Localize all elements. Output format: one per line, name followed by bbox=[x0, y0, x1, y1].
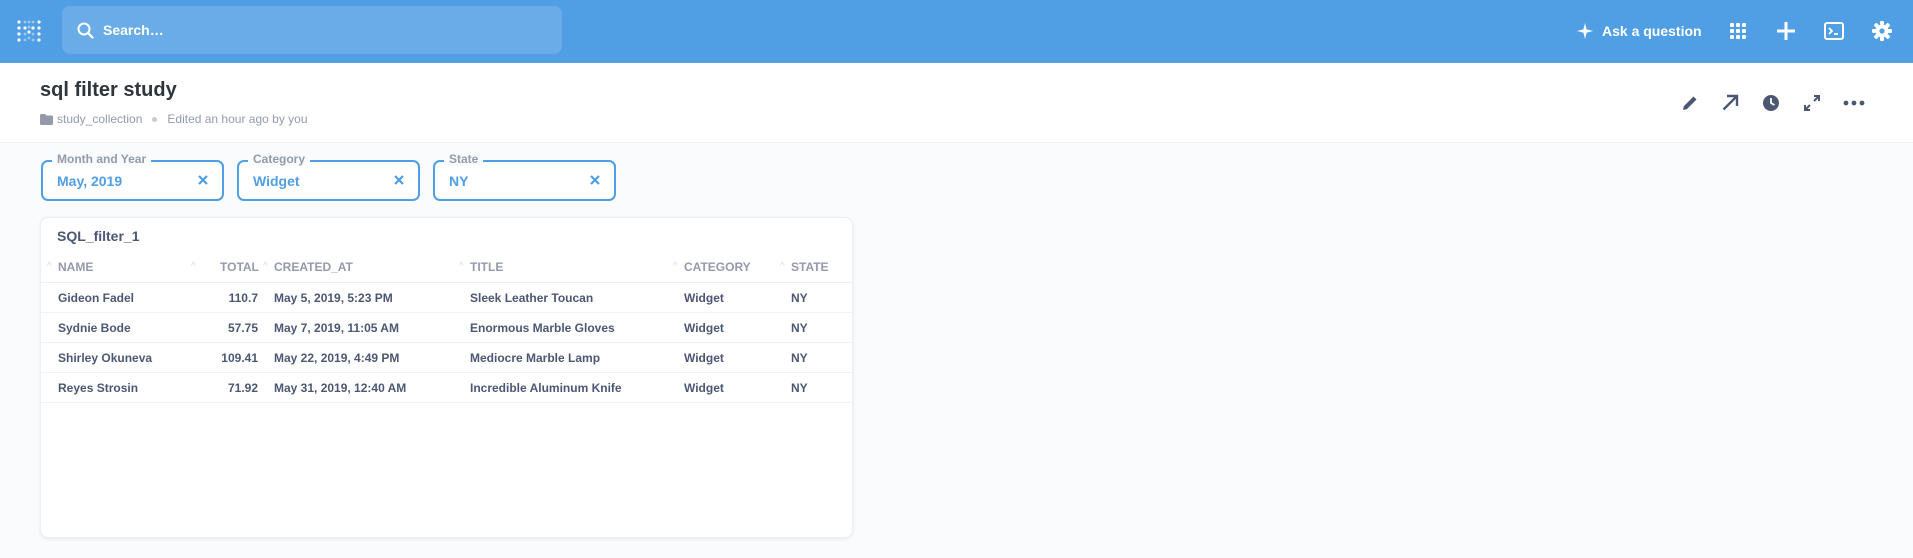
search-input[interactable] bbox=[103, 22, 543, 38]
dashboard-header: sql filter study study_collection Edited… bbox=[0, 63, 1913, 143]
cell-created-at[interactable]: May 5, 2019, 5:23 PM bbox=[274, 291, 393, 305]
pencil-icon bbox=[1683, 96, 1697, 110]
cell-category[interactable]: Widget bbox=[684, 381, 724, 395]
cell-total[interactable]: 57.75 bbox=[191, 321, 258, 335]
fullscreen-button[interactable] bbox=[1801, 92, 1823, 114]
cell-state[interactable]: NY bbox=[791, 351, 808, 365]
new-button[interactable] bbox=[1774, 19, 1798, 43]
terminal-icon bbox=[1824, 22, 1844, 40]
sort-icon: ^ bbox=[263, 261, 268, 272]
top-navbar: Ask a question bbox=[0, 0, 1913, 63]
close-icon[interactable] bbox=[589, 174, 601, 186]
edit-button[interactable] bbox=[1679, 92, 1701, 114]
browse-data-button[interactable] bbox=[1726, 19, 1750, 43]
cell-title[interactable]: Sleek Leather Toucan bbox=[470, 291, 593, 305]
cell-name[interactable]: Reyes Strosin bbox=[58, 381, 138, 395]
cell-category[interactable]: Widget bbox=[684, 321, 724, 335]
last-edited[interactable]: Edited an hour ago by you bbox=[167, 112, 307, 126]
gear-icon bbox=[1872, 21, 1892, 41]
filter-label: Month and Year bbox=[52, 152, 152, 166]
sort-icon: ^ bbox=[191, 261, 196, 272]
filter-category[interactable]: Category Widget bbox=[237, 152, 420, 201]
cell-title[interactable]: Enormous Marble Gloves bbox=[470, 321, 615, 335]
metabase-logo-icon[interactable] bbox=[16, 19, 42, 45]
filter-label: State bbox=[444, 152, 484, 166]
share-button[interactable] bbox=[1719, 92, 1741, 114]
sort-icon: ^ bbox=[47, 261, 52, 272]
cell-category[interactable]: Widget bbox=[684, 351, 724, 365]
ellipsis-icon bbox=[1843, 100, 1865, 106]
filter-value: Widget bbox=[253, 173, 300, 189]
cell-title[interactable]: Incredible Aluminum Knife bbox=[470, 381, 622, 395]
column-header-created-at[interactable]: CREATED_AT bbox=[274, 260, 353, 274]
grid-icon bbox=[1730, 23, 1746, 39]
sort-icon: ^ bbox=[673, 261, 678, 272]
cell-total[interactable]: 110.7 bbox=[191, 291, 258, 305]
cell-title[interactable]: Mediocre Marble Lamp bbox=[470, 351, 600, 365]
sql-editor-button[interactable] bbox=[1822, 19, 1846, 43]
card-title[interactable]: SQL_filter_1 bbox=[57, 228, 139, 244]
column-header-state[interactable]: STATE bbox=[791, 260, 829, 274]
filter-month-and-year[interactable]: Month and Year May, 2019 bbox=[41, 152, 224, 201]
cell-state[interactable]: NY bbox=[791, 291, 808, 305]
separator-dot bbox=[152, 116, 158, 122]
sort-icon: ^ bbox=[780, 261, 785, 272]
clock-icon bbox=[1763, 95, 1779, 111]
folder-icon bbox=[40, 113, 53, 125]
close-icon[interactable] bbox=[393, 174, 405, 186]
table-row: Shirley Okuneva 109.41 May 22, 2019, 4:4… bbox=[41, 343, 852, 373]
sort-icon: ^ bbox=[459, 261, 464, 272]
page-title[interactable]: sql filter study bbox=[40, 79, 177, 102]
column-header-title[interactable]: TITLE bbox=[470, 260, 503, 274]
cell-created-at[interactable]: May 22, 2019, 4:49 PM bbox=[274, 351, 399, 365]
filter-value: NY bbox=[449, 173, 469, 189]
column-header-category[interactable]: CATEGORY bbox=[684, 260, 751, 274]
cell-state[interactable]: NY bbox=[791, 321, 808, 335]
search-bar[interactable] bbox=[62, 6, 562, 54]
plus-icon bbox=[1777, 22, 1795, 40]
column-header-name[interactable]: NAME bbox=[58, 260, 93, 274]
search-icon bbox=[77, 22, 94, 39]
ask-question-button[interactable]: Ask a question bbox=[1576, 18, 1702, 44]
table-row: Sydnie Bode 57.75 May 7, 2019, 11:05 AM … bbox=[41, 313, 852, 343]
expand-icon bbox=[1804, 95, 1820, 111]
collection-name: study_collection bbox=[57, 112, 143, 126]
collection-link[interactable]: study_collection bbox=[40, 112, 142, 126]
filter-value: May, 2019 bbox=[57, 173, 123, 189]
cell-category[interactable]: Widget bbox=[684, 291, 724, 305]
arrow-up-right-icon bbox=[1722, 94, 1739, 111]
filter-state[interactable]: State NY bbox=[433, 152, 616, 201]
table-row: Gideon Fadel 110.7 May 5, 2019, 5:23 PM … bbox=[41, 283, 852, 313]
ask-question-label: Ask a question bbox=[1602, 23, 1702, 39]
cell-total[interactable]: 109.41 bbox=[191, 351, 258, 365]
close-icon[interactable] bbox=[197, 174, 209, 186]
filter-label: Category bbox=[248, 152, 311, 166]
history-button[interactable] bbox=[1760, 92, 1782, 114]
cell-name[interactable]: Sydnie Bode bbox=[58, 321, 131, 335]
column-header-total[interactable]: TOTAL bbox=[220, 260, 259, 274]
cell-name[interactable]: Shirley Okuneva bbox=[58, 351, 152, 365]
question-card: SQL_filter_1 ^ NAME ^ TOTAL ^ CREATED_AT… bbox=[40, 217, 853, 538]
more-options-button[interactable] bbox=[1843, 92, 1865, 114]
cell-created-at[interactable]: May 31, 2019, 12:40 AM bbox=[274, 381, 406, 395]
header-meta: study_collection Edited an hour ago by y… bbox=[40, 112, 308, 126]
cell-name[interactable]: Gideon Fadel bbox=[58, 291, 134, 305]
cell-created-at[interactable]: May 7, 2019, 11:05 AM bbox=[274, 321, 399, 335]
table-row: Reyes Strosin 71.92 May 31, 2019, 12:40 … bbox=[41, 373, 852, 403]
sparkle-icon bbox=[1577, 23, 1593, 39]
cell-state[interactable]: NY bbox=[791, 381, 808, 395]
settings-button[interactable] bbox=[1870, 19, 1894, 43]
cell-total[interactable]: 71.92 bbox=[191, 381, 258, 395]
